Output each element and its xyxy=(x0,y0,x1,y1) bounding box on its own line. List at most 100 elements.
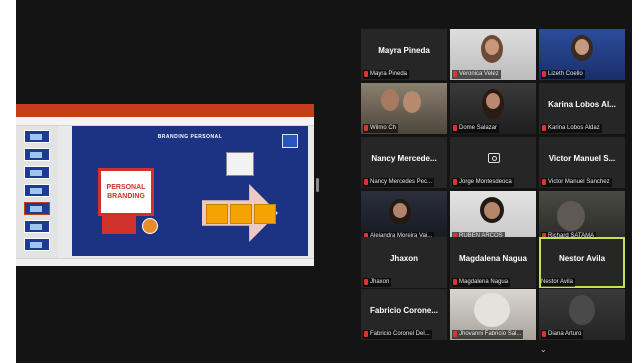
participant-label: Karina Lobos Aldaz xyxy=(541,124,602,133)
slide-ribbon xyxy=(102,214,136,234)
participant-label: Diana Arturo xyxy=(541,330,584,339)
mic-muted-icon xyxy=(364,279,368,285)
mic-muted-icon xyxy=(542,179,546,185)
participant-name: Fabricio Corone... xyxy=(369,306,438,315)
process-box xyxy=(206,204,228,224)
participant-face xyxy=(569,295,595,325)
participant-name: Nestor Avila xyxy=(558,254,606,263)
participant-tile[interactable]: Jorge Montesdeoca xyxy=(450,137,536,188)
participant-name: Karina Lobos Al... xyxy=(548,100,616,109)
participant-face xyxy=(381,89,399,111)
participant-label: Victor Manuel Sanchez xyxy=(541,178,612,187)
thumbnail-graphic xyxy=(30,206,42,212)
mic-muted-icon xyxy=(364,125,368,131)
camera-lens xyxy=(492,156,497,161)
participant-name: Magdalena Nagua xyxy=(458,254,527,263)
split-resize-handle[interactable] xyxy=(316,178,319,192)
mic-muted-icon xyxy=(542,331,546,337)
mic-muted-icon xyxy=(453,179,457,185)
institution-logo xyxy=(282,134,298,148)
mic-muted-icon xyxy=(542,125,546,131)
participant-tile[interactable]: RUBEN ARCOS xyxy=(450,191,536,242)
slide-title: BRANDING PERSONAL xyxy=(157,134,223,140)
participant-tile[interactable]: Lizeth Coello xyxy=(539,29,625,80)
participant-tile[interactable]: Magdalena Nagua Magdalena Nagua xyxy=(450,237,536,288)
active-speaker-tile[interactable]: Nestor Avila Nestor Avila xyxy=(539,237,625,288)
participant-tile[interactable]: Jhovanni Fabricio Sal... xyxy=(450,289,536,340)
participant-tile[interactable]: Mayra Pineda Mayra Pineda xyxy=(361,29,447,80)
zoom-meeting-window: BRANDING PERSONAL PERSONAL BRANDING Mayr… xyxy=(16,0,632,363)
participant-tile[interactable]: Fabricio Corone... Fabricio Coronel Del.… xyxy=(361,289,447,340)
process-box xyxy=(230,204,252,224)
participant-tile[interactable]: Nancy Mercede... Nancy Mercedes Pec... xyxy=(361,137,447,188)
participant-label: Jhaxon xyxy=(363,278,392,287)
slide-thumbnail[interactable] xyxy=(24,148,50,161)
participant-tile[interactable]: Karina Lobos Al... Karina Lobos Aldaz xyxy=(539,83,625,134)
thumbnail-graphic xyxy=(30,170,42,176)
slide-thumbnail[interactable] xyxy=(24,166,50,179)
camera-icon xyxy=(488,153,500,163)
participant-label: Fabricio Coronel Del... xyxy=(363,330,432,339)
mic-muted-icon xyxy=(453,125,457,131)
slide-thumbnail-panel xyxy=(16,126,58,258)
current-slide: BRANDING PERSONAL PERSONAL BRANDING xyxy=(72,126,308,256)
thumbnail-graphic xyxy=(30,152,42,158)
participant-name: Mayra Pineda xyxy=(378,46,430,55)
slide-thumbnail[interactable] xyxy=(24,184,50,197)
participant-tile[interactable]: Veronica Velez xyxy=(450,29,536,80)
participant-tile[interactable]: Victor Manuel S... Victor Manuel Sanchez xyxy=(539,137,625,188)
participant-label: Jhovanni Fabricio Sal... xyxy=(452,330,524,339)
participant-face xyxy=(486,93,500,109)
participant-face xyxy=(484,202,500,219)
participant-tile[interactable]: Jhaxon Jhaxon xyxy=(361,237,447,288)
slide-thumbnail-active[interactable] xyxy=(24,202,50,215)
participant-face xyxy=(485,39,499,55)
powerpoint-titlebar xyxy=(16,104,314,111)
personal-branding-line2: BRANDING xyxy=(107,193,145,200)
participant-label: Nancy Mercedes Pec... xyxy=(363,178,435,187)
thumbnail-graphic xyxy=(30,188,42,194)
mic-muted-icon xyxy=(542,71,546,77)
participant-tile[interactable]: Alejandra Moreira Vai... xyxy=(361,191,447,242)
participant-label: Jorge Montesdeoca xyxy=(452,178,514,187)
participant-tile[interactable]: Dome Salazar xyxy=(450,83,536,134)
participant-label: Magdalena Nagua xyxy=(452,278,511,287)
thumbnail-graphic xyxy=(30,242,42,248)
slide-thumbnail[interactable] xyxy=(24,238,50,251)
participant-label: Dome Salazar xyxy=(452,124,500,133)
participant-name: Jhaxon xyxy=(389,254,418,263)
participant-tile[interactable]: Diana Arturo xyxy=(539,289,625,340)
badge-icon xyxy=(142,218,158,234)
chevron-down-icon[interactable]: ⌄ xyxy=(540,345,547,354)
participant-face xyxy=(403,91,421,113)
participant-tile[interactable]: Wilmo Ch xyxy=(361,83,447,134)
mic-muted-icon xyxy=(364,179,368,185)
mic-muted-icon xyxy=(453,279,457,285)
slide-thumbnail[interactable] xyxy=(24,220,50,233)
participant-label: Veronica Velez xyxy=(452,70,501,79)
slide-thumbnail[interactable] xyxy=(24,130,50,143)
participant-label: Mayra Pineda xyxy=(363,70,410,79)
shared-screen[interactable]: BRANDING PERSONAL PERSONAL BRANDING xyxy=(16,104,314,266)
mic-muted-icon xyxy=(453,71,457,77)
thumbnail-graphic xyxy=(30,134,42,140)
participant-face xyxy=(557,201,585,231)
mic-muted-icon xyxy=(364,331,368,337)
process-box xyxy=(254,204,276,224)
participant-label: Nestor Avila xyxy=(541,278,575,287)
participant-face xyxy=(393,203,407,218)
participant-label: Lizeth Coello xyxy=(541,70,585,79)
participant-label: Wilmo Ch xyxy=(363,124,399,133)
thumbnail-graphic xyxy=(30,224,42,230)
participant-tile[interactable]: Richard SATAMA xyxy=(539,191,625,242)
book-icon xyxy=(226,152,254,176)
mic-muted-icon xyxy=(364,71,368,77)
personal-branding-graphic: PERSONAL BRANDING xyxy=(98,168,154,216)
participant-name: Victor Manuel S... xyxy=(548,154,616,163)
mic-muted-icon xyxy=(453,331,457,337)
participant-name: Nancy Mercede... xyxy=(371,154,437,163)
powerpoint-ribbon xyxy=(16,117,314,126)
participant-face xyxy=(474,293,510,327)
powerpoint-statusbar xyxy=(16,258,314,266)
participant-face xyxy=(575,39,589,55)
